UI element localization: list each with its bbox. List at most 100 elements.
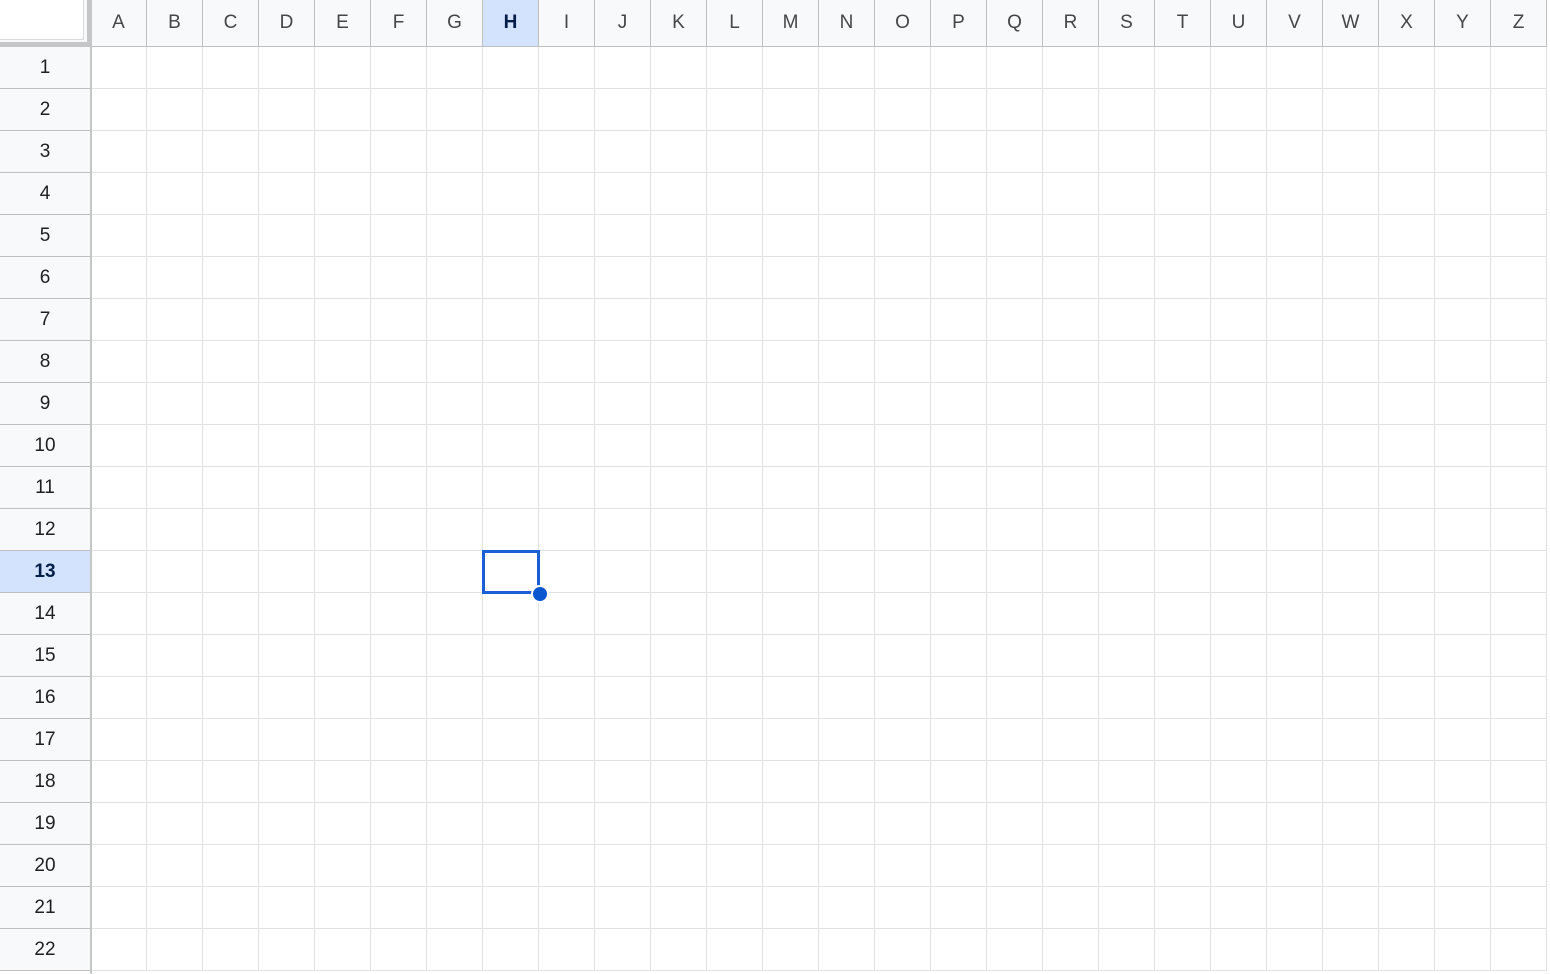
cell-p5[interactable] xyxy=(931,215,987,257)
cell-g3[interactable] xyxy=(427,131,483,173)
cell-r1[interactable] xyxy=(1043,47,1099,89)
cell-z22[interactable] xyxy=(1491,929,1547,971)
cell-i13[interactable] xyxy=(539,551,595,593)
cell-y1[interactable] xyxy=(1435,47,1491,89)
cell-d21[interactable] xyxy=(259,887,315,929)
cell-k18[interactable] xyxy=(651,761,707,803)
cell-s12[interactable] xyxy=(1099,509,1155,551)
cell-z2[interactable] xyxy=(1491,89,1547,131)
cell-n14[interactable] xyxy=(819,593,875,635)
cell-j22[interactable] xyxy=(595,929,651,971)
cell-a12[interactable] xyxy=(91,509,147,551)
cell-j2[interactable] xyxy=(595,89,651,131)
cell-i19[interactable] xyxy=(539,803,595,845)
cell-o15[interactable] xyxy=(875,635,931,677)
cell-f17[interactable] xyxy=(371,719,427,761)
cell-s7[interactable] xyxy=(1099,299,1155,341)
cell-y10[interactable] xyxy=(1435,425,1491,467)
cell-p10[interactable] xyxy=(931,425,987,467)
cell-c9[interactable] xyxy=(203,383,259,425)
cell-c2[interactable] xyxy=(203,89,259,131)
cell-o1[interactable] xyxy=(875,47,931,89)
cell-a8[interactable] xyxy=(91,341,147,383)
cell-m14[interactable] xyxy=(763,593,819,635)
cell-p14[interactable] xyxy=(931,593,987,635)
cell-o22[interactable] xyxy=(875,929,931,971)
cell-y8[interactable] xyxy=(1435,341,1491,383)
cell-w18[interactable] xyxy=(1323,761,1379,803)
cell-u12[interactable] xyxy=(1211,509,1267,551)
cell-c7[interactable] xyxy=(203,299,259,341)
cell-w22[interactable] xyxy=(1323,929,1379,971)
cell-q19[interactable] xyxy=(987,803,1043,845)
cell-s22[interactable] xyxy=(1099,929,1155,971)
column-header-d[interactable]: D xyxy=(259,0,315,47)
cell-h18[interactable] xyxy=(483,761,539,803)
cell-t18[interactable] xyxy=(1155,761,1211,803)
cell-r20[interactable] xyxy=(1043,845,1099,887)
cell-h20[interactable] xyxy=(483,845,539,887)
cell-l11[interactable] xyxy=(707,467,763,509)
cell-d13[interactable] xyxy=(259,551,315,593)
cell-n1[interactable] xyxy=(819,47,875,89)
cell-h11[interactable] xyxy=(483,467,539,509)
cell-t11[interactable] xyxy=(1155,467,1211,509)
cell-s20[interactable] xyxy=(1099,845,1155,887)
cell-z9[interactable] xyxy=(1491,383,1547,425)
cell-g2[interactable] xyxy=(427,89,483,131)
cell-t21[interactable] xyxy=(1155,887,1211,929)
cell-v18[interactable] xyxy=(1267,761,1323,803)
cell-v9[interactable] xyxy=(1267,383,1323,425)
cell-z18[interactable] xyxy=(1491,761,1547,803)
cell-q18[interactable] xyxy=(987,761,1043,803)
cell-j19[interactable] xyxy=(595,803,651,845)
cell-x18[interactable] xyxy=(1379,761,1435,803)
cell-y18[interactable] xyxy=(1435,761,1491,803)
cell-z7[interactable] xyxy=(1491,299,1547,341)
cell-j15[interactable] xyxy=(595,635,651,677)
cell-e3[interactable] xyxy=(315,131,371,173)
cell-r10[interactable] xyxy=(1043,425,1099,467)
cell-a21[interactable] xyxy=(91,887,147,929)
cell-s5[interactable] xyxy=(1099,215,1155,257)
cell-m10[interactable] xyxy=(763,425,819,467)
row-header-20[interactable]: 20 xyxy=(0,845,91,887)
cell-a2[interactable] xyxy=(91,89,147,131)
cell-s18[interactable] xyxy=(1099,761,1155,803)
column-header-z[interactable]: Z xyxy=(1491,0,1547,47)
cell-p11[interactable] xyxy=(931,467,987,509)
cell-i21[interactable] xyxy=(539,887,595,929)
cell-e20[interactable] xyxy=(315,845,371,887)
cell-a18[interactable] xyxy=(91,761,147,803)
cell-v11[interactable] xyxy=(1267,467,1323,509)
cell-n16[interactable] xyxy=(819,677,875,719)
cell-n2[interactable] xyxy=(819,89,875,131)
cell-v22[interactable] xyxy=(1267,929,1323,971)
cell-x2[interactable] xyxy=(1379,89,1435,131)
cell-o8[interactable] xyxy=(875,341,931,383)
cell-t17[interactable] xyxy=(1155,719,1211,761)
cell-d19[interactable] xyxy=(259,803,315,845)
cell-m2[interactable] xyxy=(763,89,819,131)
cell-b10[interactable] xyxy=(147,425,203,467)
cell-d15[interactable] xyxy=(259,635,315,677)
cell-r4[interactable] xyxy=(1043,173,1099,215)
cell-k17[interactable] xyxy=(651,719,707,761)
cell-o18[interactable] xyxy=(875,761,931,803)
cell-i18[interactable] xyxy=(539,761,595,803)
cell-d9[interactable] xyxy=(259,383,315,425)
cell-a15[interactable] xyxy=(91,635,147,677)
cell-h9[interactable] xyxy=(483,383,539,425)
fill-handle[interactable] xyxy=(531,585,549,603)
cell-s10[interactable] xyxy=(1099,425,1155,467)
cell-z6[interactable] xyxy=(1491,257,1547,299)
cell-d4[interactable] xyxy=(259,173,315,215)
cell-a19[interactable] xyxy=(91,803,147,845)
cell-o14[interactable] xyxy=(875,593,931,635)
cell-i2[interactable] xyxy=(539,89,595,131)
cell-p3[interactable] xyxy=(931,131,987,173)
cell-l15[interactable] xyxy=(707,635,763,677)
cell-u14[interactable] xyxy=(1211,593,1267,635)
cell-o2[interactable] xyxy=(875,89,931,131)
cell-r21[interactable] xyxy=(1043,887,1099,929)
